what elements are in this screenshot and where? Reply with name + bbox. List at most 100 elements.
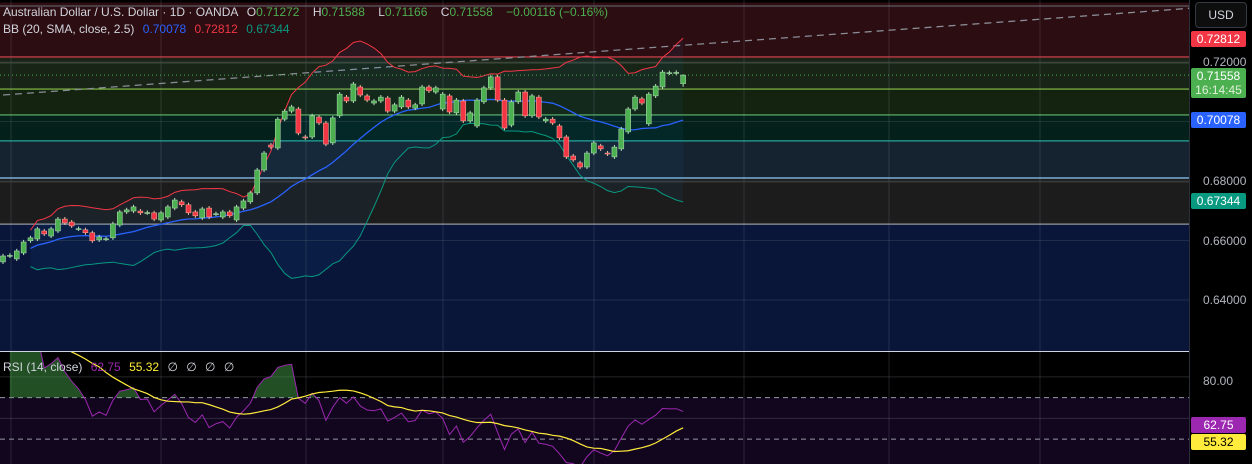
rsi-extra-value: ∅ — [186, 360, 197, 374]
rsi-ma-value: 55.32 — [129, 360, 160, 374]
candle-body — [330, 117, 336, 144]
bb-upper-value: 0.72812 — [194, 22, 238, 36]
candle-body — [323, 122, 329, 145]
high-value: 0.71588 — [321, 5, 365, 19]
rsi-legend[interactable]: RSI (14, close) 62.75 55.32 ∅ ∅ ∅ ∅ — [3, 360, 239, 374]
candle-body — [247, 192, 254, 203]
candle-body — [130, 206, 137, 212]
candle-body — [494, 76, 501, 101]
candle-body — [591, 142, 597, 154]
candle-body — [577, 162, 583, 168]
candle-body — [48, 228, 54, 237]
currency-button[interactable]: USD — [1195, 2, 1247, 28]
price-chart[interactable] — [0, 0, 1189, 351]
countdown: 16:14:45 — [1195, 83, 1242, 97]
candle-body — [666, 72, 673, 74]
candle-body — [584, 152, 590, 168]
bb-basis-tag: 0.70078 — [1191, 112, 1246, 128]
candle-body — [240, 200, 247, 209]
rsi-tag: 62.75 — [1191, 417, 1246, 433]
candle-body — [75, 228, 82, 230]
candle-body — [597, 145, 604, 150]
candle-body — [460, 100, 467, 122]
rsi-extra-value: ∅ — [205, 360, 216, 374]
candle-body — [659, 71, 666, 88]
rsi-label: RSI (14, close) — [3, 360, 83, 374]
candle-body — [453, 99, 460, 114]
open-value: 0.71272 — [256, 5, 300, 19]
candle-body — [343, 96, 350, 102]
price-tag: 0.71558 16:14:45 — [1191, 68, 1246, 98]
candle-body — [398, 96, 405, 108]
candle-body — [446, 95, 453, 113]
candle-body — [89, 232, 96, 242]
price-tag-value: 0.71558 — [1196, 69, 1241, 83]
candle-body — [336, 93, 343, 117]
candle-body — [570, 155, 576, 161]
candle-body — [0, 255, 6, 263]
candle-body — [281, 110, 288, 120]
candle-body — [556, 125, 563, 139]
candle-body — [68, 221, 75, 227]
candle-body — [673, 72, 680, 74]
candle-body — [137, 210, 144, 214]
candle-body — [220, 211, 226, 218]
candle-body — [288, 106, 295, 112]
bb-label: BB (20, SMA, close, 2.5) — [3, 22, 135, 36]
candle-body — [309, 115, 315, 138]
rsi-extra-value: ∅ — [167, 360, 178, 374]
candle-body — [433, 87, 439, 93]
close-value: 0.71558 — [449, 5, 493, 19]
candle-body — [268, 144, 274, 148]
candle-body — [405, 99, 412, 108]
candle-body — [103, 238, 109, 240]
rsi-ma-tag: 55.32 — [1191, 434, 1246, 450]
candle-body — [508, 101, 515, 126]
candle-body — [604, 152, 611, 155]
candle-body — [172, 199, 178, 209]
candle-body — [529, 95, 535, 117]
candle-body — [481, 87, 487, 103]
candle-body — [13, 250, 20, 260]
bb-basis-value: 0.70078 — [142, 22, 187, 36]
pane-separator[interactable] — [0, 351, 1252, 352]
candle-body — [261, 152, 267, 171]
candle-body — [426, 86, 432, 92]
candle-body — [110, 223, 116, 239]
symbol-title: Australian Dollar / U.S. Dollar · 1D · O… — [3, 5, 239, 19]
bb-legend[interactable]: BB (20, SMA, close, 2.5) 0.70078 0.72812… — [3, 22, 295, 36]
candle-body — [549, 118, 556, 124]
candle-body — [151, 212, 157, 220]
rsi-axis-tick: 80.00 — [1203, 374, 1234, 388]
candle-body — [364, 95, 370, 101]
axis-tick: 0.68000 — [1203, 174, 1247, 188]
candle-body — [652, 85, 659, 97]
candle-body — [226, 211, 233, 217]
candle-body — [316, 116, 322, 124]
candle-body — [302, 136, 309, 139]
low-value: 0.71166 — [384, 5, 428, 19]
candle-body — [419, 86, 425, 105]
bb-upper-tag: 0.72812 — [1191, 31, 1246, 47]
candle-body — [639, 98, 645, 104]
candle-body — [522, 91, 528, 117]
candle-body — [55, 218, 61, 232]
candle-body — [185, 204, 192, 214]
rsi-extra-value: ∅ — [223, 360, 235, 374]
candle-body — [536, 96, 542, 118]
candle-body — [144, 212, 151, 214]
candle-body — [7, 255, 13, 257]
candle-body — [41, 230, 47, 235]
candle-body — [611, 146, 618, 158]
axis-tick: 0.72000 — [1203, 55, 1247, 69]
candle-body — [213, 213, 219, 215]
price-axis[interactable]: USD 0.72812 0.72000 0.71558 16:14:45 0.7… — [1189, 0, 1252, 464]
candle-body — [62, 218, 68, 224]
bb-lower-tag: 0.67344 — [1191, 193, 1246, 209]
candle-body — [123, 209, 130, 213]
candle-body — [391, 104, 398, 112]
candle-body — [384, 97, 391, 112]
candle-body — [467, 112, 473, 122]
candle-body — [34, 228, 41, 240]
candle-body — [646, 93, 652, 125]
